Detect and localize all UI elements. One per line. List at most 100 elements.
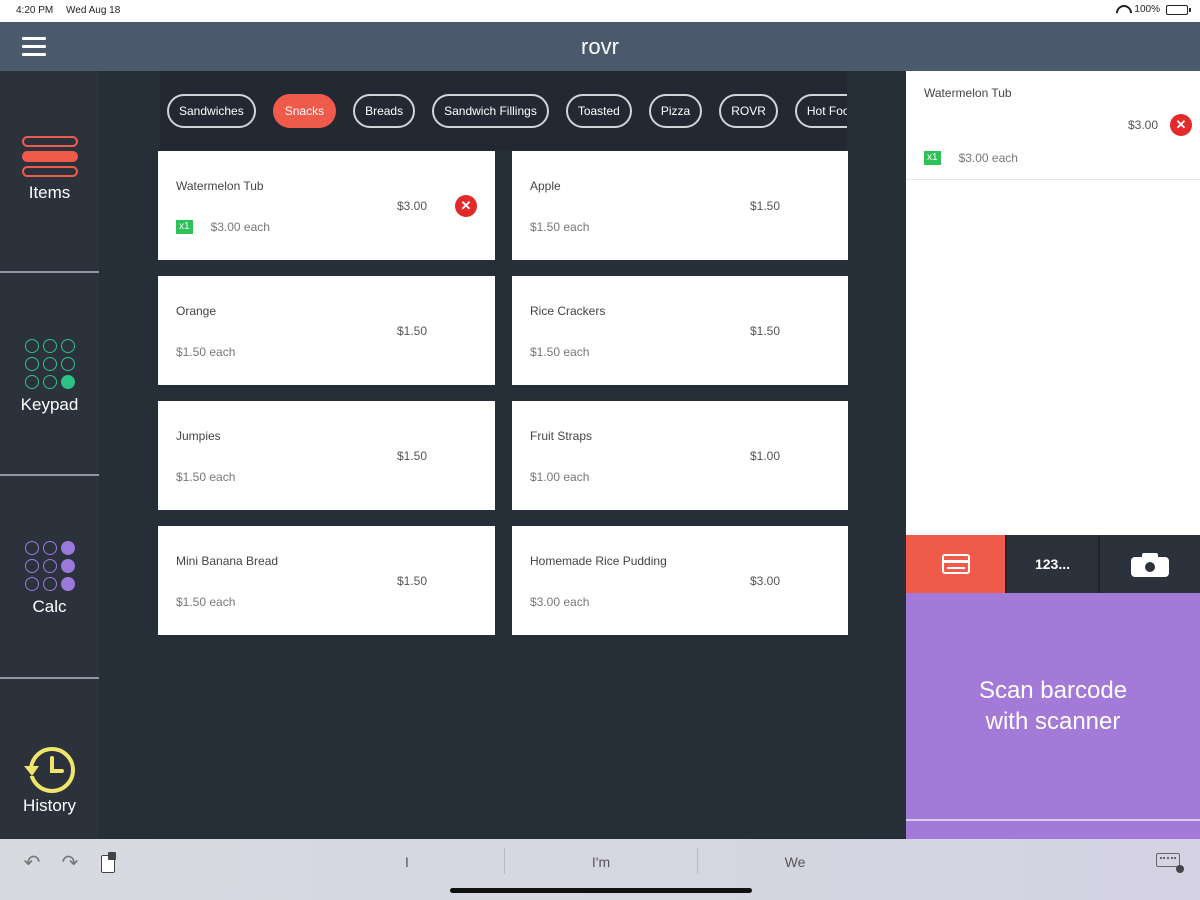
category-breads[interactable]: Breads (353, 94, 416, 128)
home-indicator[interactable] (450, 888, 752, 893)
product-name: Rice Crackers (530, 304, 606, 318)
title-bar: rovr (0, 22, 1200, 71)
undo-icon[interactable]: ↶ (20, 851, 44, 875)
product-each-price: $1.50 each (176, 595, 236, 609)
nav-divider (0, 677, 99, 679)
product-each-price: $1.50 each (530, 220, 590, 234)
suggestion-1[interactable]: I (310, 847, 504, 883)
cart-item-price: $3.00 (1127, 118, 1158, 132)
cart-item-each-price: $3.00 each (958, 151, 1018, 165)
category-sandwiches[interactable]: Sandwiches (167, 94, 256, 128)
cart-line-item[interactable]: Watermelon Tub $3.00 ✕ x1 $3.00 each (906, 71, 1200, 180)
category-toasted[interactable]: Toasted (565, 94, 632, 128)
nav-divider (0, 474, 99, 476)
category-hot-food[interactable]: Hot Food (794, 94, 847, 128)
product-price: $3.00 (396, 199, 427, 213)
cart-item-each-row: x1 $3.00 each (924, 151, 1018, 165)
product-each-price: $1.00 each (530, 470, 590, 484)
nav-label-history: History (23, 796, 76, 815)
product-price: $1.50 (396, 574, 427, 588)
category-pizza[interactable]: Pizza (648, 94, 703, 128)
product-card[interactable]: Watermelon Tub $3.00 x1 $3.00 each ✕ (158, 151, 495, 260)
status-time: 4:20 PM (16, 5, 54, 16)
product-card[interactable]: Mini Banana Bread $1.50 $1.50 each (158, 526, 495, 635)
product-name: Mini Banana Bread (176, 554, 279, 568)
product-each-row: $1.50 each (176, 470, 235, 484)
product-price: $1.50 (749, 199, 780, 213)
product-name: Jumpies (176, 429, 221, 443)
paste-icon[interactable] (100, 852, 118, 874)
keyboard-suggestion-bar: ↶ ↷ I I'm We (0, 839, 1200, 900)
card-mode-button[interactable] (906, 535, 1005, 593)
product-each-row: $1.50 each (530, 220, 589, 234)
remove-cart-item-icon[interactable]: ✕ (1170, 114, 1192, 136)
product-each-row: $1.50 each (176, 345, 235, 359)
product-each-row: x1 $3.00 each (176, 220, 270, 234)
quantity-badge: x1 (924, 151, 941, 165)
category-scroll[interactable]: Sandwiches Snacks Breads Sandwich Fillin… (167, 94, 847, 128)
scan-area[interactable]: Scan barcode with scanner (906, 593, 1200, 839)
remove-item-icon[interactable]: ✕ (455, 195, 477, 217)
product-price: $1.00 (749, 449, 780, 463)
product-each-row: $1.50 each (176, 595, 235, 609)
nav-item-items[interactable]: Items (0, 136, 99, 203)
product-price: $1.50 (396, 449, 427, 463)
product-price: $1.50 (749, 324, 780, 338)
redo-icon[interactable]: ↷ (58, 851, 82, 875)
product-each-price: $1.50 each (530, 345, 590, 359)
product-card[interactable]: Fruit Straps $1.00 $1.00 each (512, 401, 848, 510)
cart-item-name: Watermelon Tub (924, 86, 1012, 100)
category-sandwich-fillings[interactable]: Sandwich Fillings (432, 94, 549, 128)
battery-icon (1166, 4, 1191, 15)
product-price: $3.00 (749, 574, 780, 588)
battery-percent: 100% (1134, 4, 1160, 15)
hide-keyboard-icon[interactable] (1156, 853, 1184, 873)
status-right: 100% (1116, 4, 1191, 15)
left-nav: Items Keypad Calc History (0, 71, 99, 839)
nav-item-keypad[interactable]: Keypad (0, 339, 99, 415)
product-card[interactable]: Orange $1.50 $1.50 each (158, 276, 495, 385)
product-each-price: $1.50 each (176, 345, 236, 359)
product-name: Watermelon Tub (176, 179, 264, 193)
product-name: Orange (176, 304, 217, 318)
product-card[interactable]: Apple $1.50 $1.50 each (512, 151, 848, 260)
category-rovr[interactable]: ROVR (719, 94, 778, 128)
product-grid: Watermelon Tub $3.00 x1 $3.00 each ✕ App… (158, 151, 848, 635)
camera-icon (1131, 551, 1169, 577)
history-icon (23, 747, 75, 793)
nav-label-keypad: Keypad (20, 395, 79, 414)
keypad-icon (24, 339, 75, 389)
calc-icon (24, 541, 75, 591)
suggestion-3[interactable]: We (698, 847, 892, 883)
status-bar: 4:20 PM Wed Aug 18 100% (0, 0, 1200, 22)
product-name: Homemade Rice Pudding (530, 554, 667, 568)
product-each-price: $3.00 each (530, 595, 590, 609)
product-each-row: $3.00 each (530, 595, 589, 609)
product-card[interactable]: Rice Crackers $1.50 $1.50 each (512, 276, 848, 385)
product-price: $1.50 (396, 324, 427, 338)
scan-divider (906, 819, 1200, 821)
keyed-entry-button[interactable]: 123... (1005, 535, 1100, 593)
credit-card-icon (941, 554, 970, 574)
scan-instruction: Scan barcode with scanner (906, 675, 1200, 737)
nav-label-calc: Calc (32, 597, 67, 616)
product-name: Apple (530, 179, 561, 193)
nav-item-history[interactable]: History (0, 744, 99, 816)
category-snacks[interactable]: Snacks (272, 94, 337, 128)
category-bar: Sandwiches Snacks Breads Sandwich Fillin… (160, 71, 847, 151)
suggestion-2[interactable]: I'm (505, 847, 697, 883)
items-icon (21, 136, 78, 177)
nav-divider (0, 271, 99, 273)
app-title: rovr (581, 34, 619, 59)
product-each-row: $1.00 each (530, 470, 589, 484)
product-each-row: $1.50 each (530, 345, 589, 359)
nav-item-calc[interactable]: Calc (0, 541, 99, 617)
product-card[interactable]: Homemade Rice Pudding $3.00 $3.00 each (512, 526, 848, 635)
camera-scan-button[interactable] (1100, 535, 1200, 593)
input-mode-bar: 123... (906, 535, 1200, 593)
wifi-icon (1116, 5, 1128, 15)
scan-instruction-line1: Scan barcode (978, 677, 1128, 704)
product-card[interactable]: Jumpies $1.50 $1.50 each (158, 401, 495, 510)
product-each-price: $3.00 each (210, 220, 270, 234)
product-name: Fruit Straps (530, 429, 593, 443)
